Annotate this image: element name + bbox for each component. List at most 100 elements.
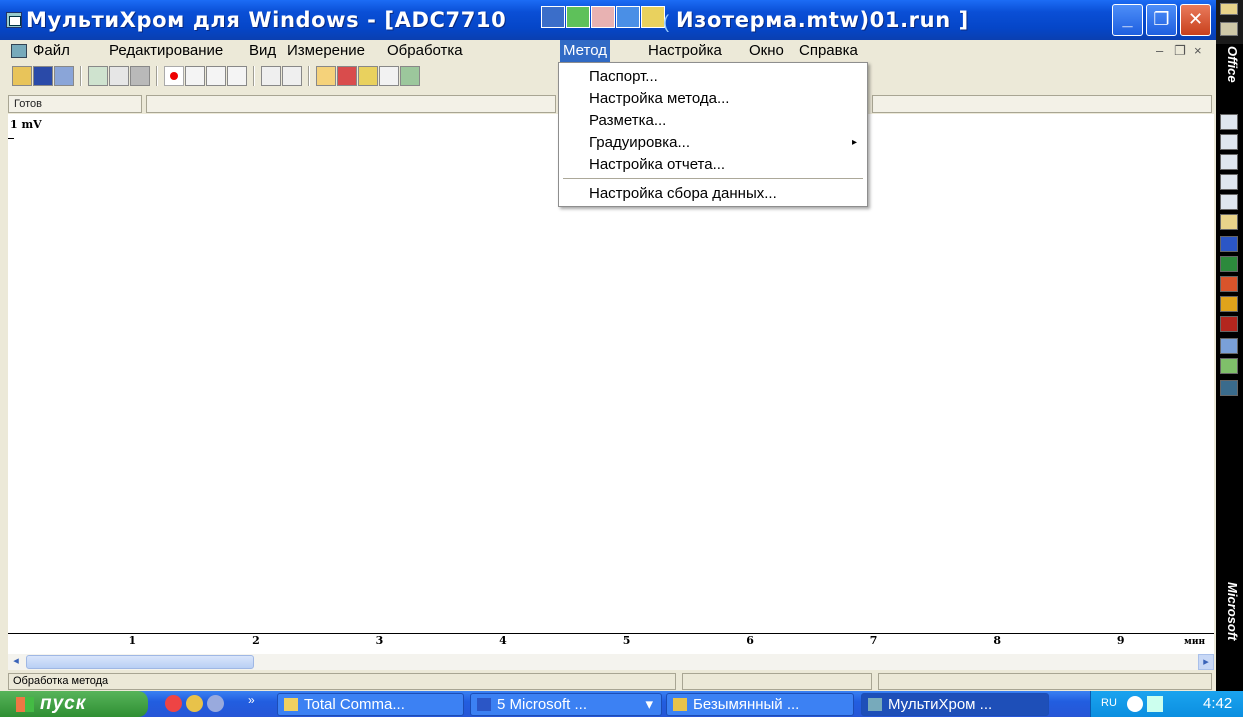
edit-icon[interactable] — [316, 66, 336, 86]
overlay-help-icon[interactable] — [641, 6, 665, 28]
menu-item-method-settings[interactable]: Настройка метода... — [559, 88, 867, 110]
menu-item-data-acquisition[interactable]: Настройка сбора данных... — [559, 183, 867, 205]
mdi-restore-button[interactable]: ❐ — [1174, 43, 1186, 59]
menu-window[interactable]: Окно — [746, 40, 787, 62]
curve-icon[interactable] — [227, 66, 247, 86]
window-title: МультиХром для Windows - [ADC7710 — [26, 8, 507, 32]
multichrom-icon — [868, 698, 882, 711]
contact-icon[interactable] — [1220, 174, 1238, 190]
mdi-close-button[interactable]: × — [1194, 43, 1202, 58]
menu-settings[interactable]: Настройка — [645, 40, 725, 62]
start-label: пуск — [40, 693, 87, 714]
start-button[interactable]: пуск — [0, 691, 148, 717]
system-tray: RU 4:42 — [1090, 691, 1243, 717]
x-axis-tick-label: 2 — [252, 634, 260, 647]
desktop-icon[interactable] — [1220, 380, 1238, 396]
x-axis-tick-label: 1 — [128, 634, 137, 647]
app-icon[interactable] — [6, 12, 22, 28]
microsoft-label: Microsoft — [1225, 582, 1240, 641]
quicklaunch-browser-icon[interactable] — [165, 695, 182, 712]
note-icon[interactable] — [1220, 214, 1238, 230]
menu-measure[interactable]: Измерение — [284, 40, 368, 62]
binder-icon[interactable] — [1220, 338, 1238, 354]
column-icon[interactable] — [379, 66, 399, 86]
maximize-button[interactable]: ❐ — [1146, 4, 1177, 36]
access-icon[interactable] — [1220, 316, 1238, 332]
mdi-minimize-button[interactable]: – — [1156, 43, 1163, 58]
network-icon[interactable] — [1220, 358, 1238, 374]
office-label: Office — [1225, 46, 1240, 83]
step-icon[interactable] — [282, 66, 302, 86]
report-icon[interactable] — [337, 66, 357, 86]
method-dropdown-menu: Паспорт... Настройка метода... Разметка.… — [558, 62, 868, 207]
scroll-right-button[interactable]: ▸ — [1198, 654, 1214, 670]
pause-icon[interactable] — [185, 66, 205, 86]
task-group-dropdown-icon: ▾ — [645, 696, 653, 713]
excel-icon[interactable] — [1220, 256, 1238, 272]
quicklaunch-chevron-icon[interactable]: » — [248, 693, 255, 707]
menu-bar: Файл Редактирование Вид Измерение Обрабо… — [0, 40, 1216, 62]
windows-logo-icon — [16, 697, 34, 712]
print-icon[interactable] — [130, 66, 150, 86]
chart-icon[interactable] — [88, 66, 108, 86]
menu-method[interactable]: Метод — [560, 40, 610, 62]
quicklaunch-desktop-icon[interactable] — [207, 695, 224, 712]
network-tray-icon[interactable] — [1147, 696, 1163, 712]
journal-icon[interactable] — [1220, 194, 1238, 210]
language-indicator[interactable]: RU — [1101, 697, 1117, 709]
scroll-thumb[interactable] — [26, 655, 254, 669]
close-button[interactable]: ✕ — [1180, 4, 1211, 36]
x-axis-unit-label: мин — [1184, 637, 1206, 647]
save-icon[interactable] — [33, 66, 53, 86]
x-axis-line — [8, 633, 1214, 634]
menu-item-report-settings[interactable]: Настройка отчета... — [559, 154, 867, 176]
quicklaunch-tool-icon[interactable] — [186, 695, 203, 712]
horizontal-scrollbar[interactable]: ◂ ▸ — [8, 654, 1214, 670]
y-axis-tick — [8, 138, 14, 139]
taskbar: пуск » Total Comma... 5 Microsoft ... ▾ … — [0, 691, 1243, 717]
scroll-left-button[interactable]: ◂ — [8, 654, 24, 670]
overlay-window-icon[interactable] — [541, 6, 565, 28]
word-icon[interactable] — [1220, 236, 1238, 252]
overlay-power-icon[interactable] — [566, 6, 590, 28]
menu-processing[interactable]: Обработка — [384, 40, 466, 62]
menu-item-passport[interactable]: Паспорт... — [559, 66, 867, 88]
menu-file[interactable]: Файл — [30, 40, 73, 62]
integrate-icon[interactable] — [261, 66, 281, 86]
method-icon[interactable] — [400, 66, 420, 86]
menu-item-calibration[interactable]: Градуировка... ▸ — [559, 132, 867, 154]
paint-icon — [673, 698, 687, 711]
task-icon[interactable] — [1220, 154, 1238, 170]
submenu-arrow-icon: ▸ — [851, 137, 857, 148]
office-drawer-icon[interactable] — [1220, 22, 1238, 36]
task-microsoft-word[interactable]: 5 Microsoft ... ▾ — [470, 693, 662, 716]
speaker-icon[interactable] — [1127, 696, 1143, 712]
calendar-icon[interactable] — [1220, 134, 1238, 150]
office-folder-icon[interactable] — [1220, 3, 1238, 15]
powerpoint-icon[interactable] — [1220, 276, 1238, 292]
menu-item-markup[interactable]: Разметка... — [559, 110, 867, 132]
preview-icon[interactable] — [109, 66, 129, 86]
toolbar-separator — [308, 66, 310, 86]
menu-help[interactable]: Справка — [796, 40, 861, 62]
minimize-button[interactable]: _ — [1112, 4, 1143, 36]
status-field — [878, 673, 1212, 690]
overlay-screen-icon[interactable] — [616, 6, 640, 28]
overlay-refresh-icon[interactable] — [591, 6, 615, 28]
outlook-icon[interactable] — [1220, 296, 1238, 312]
mail-icon[interactable] — [1220, 114, 1238, 130]
status-field — [682, 673, 872, 690]
peak-icon[interactable] — [358, 66, 378, 86]
record-icon[interactable] — [164, 66, 184, 86]
ready-status: Готов — [8, 95, 142, 113]
stop-icon[interactable] — [206, 66, 226, 86]
open-icon[interactable] — [12, 66, 32, 86]
copy-icon[interactable] — [54, 66, 74, 86]
menu-edit[interactable]: Редактирование — [106, 40, 226, 62]
office-shortcut-bar: Office Microsoft — [1216, 0, 1243, 691]
task-total-commander[interactable]: Total Comma... — [277, 693, 464, 716]
task-untitled[interactable]: Безымянный ... — [666, 693, 854, 716]
document-icon[interactable] — [11, 44, 27, 58]
menu-view[interactable]: Вид — [246, 40, 279, 62]
task-multichrom[interactable]: МультиХром ... — [861, 693, 1049, 716]
